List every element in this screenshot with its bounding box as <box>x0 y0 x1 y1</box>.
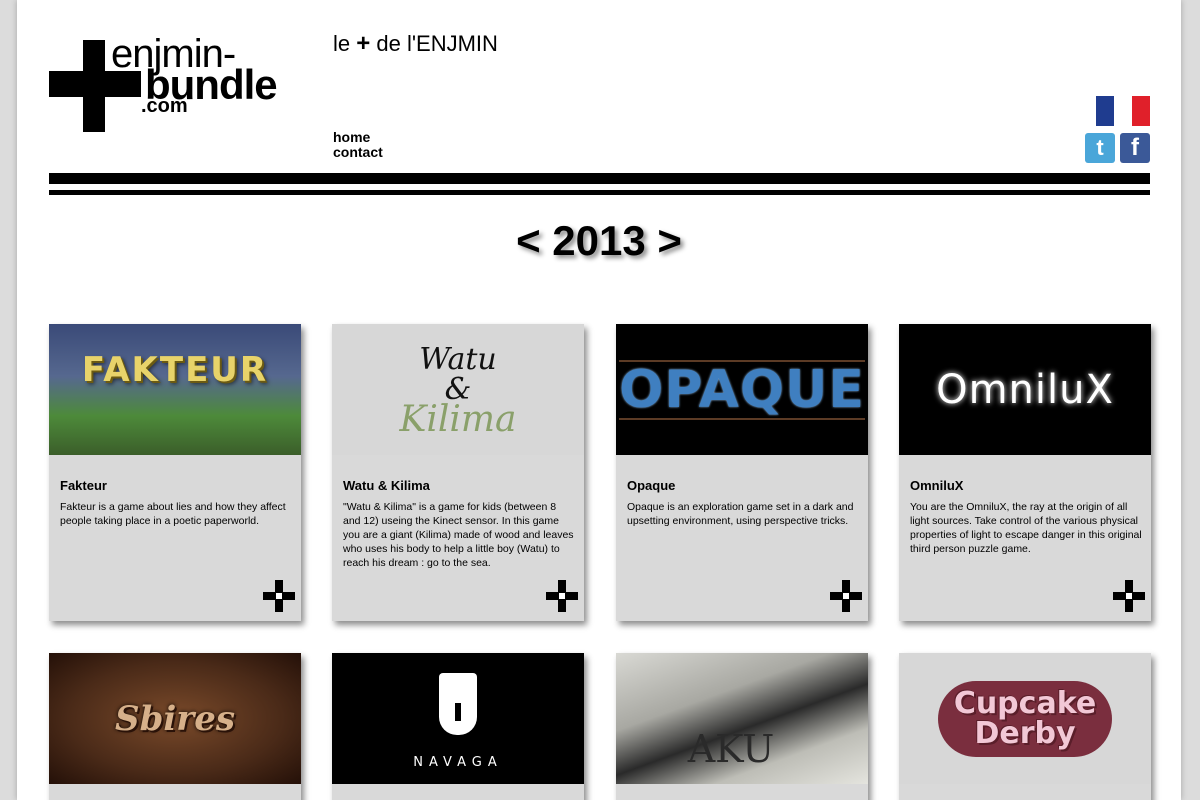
mask-icon <box>439 673 477 735</box>
game-thumbnail[interactable]: Watu & Kilima <box>332 324 584 455</box>
game-thumbnail[interactable]: AKU <box>616 653 868 784</box>
flag-stripe-red <box>1132 96 1150 126</box>
thumbnail-title: Cupcake Derby <box>937 680 1113 757</box>
main-nav: home contact <box>333 130 383 160</box>
game-thumbnail[interactable]: Cupcake Derby <box>899 653 1151 784</box>
header-divider-thick <box>49 173 1150 184</box>
tagline-plus: + <box>356 30 371 57</box>
thumbnail-title: FAKTEUR <box>81 349 269 390</box>
thumbnail-title: AKU <box>687 726 775 771</box>
thumbnail-title-line-3: Kilima <box>399 398 517 440</box>
game-title: Opaque <box>627 478 676 493</box>
site-logo[interactable]: enjmin- bundle .com <box>49 30 309 135</box>
logo-line-3: .com <box>141 95 188 117</box>
game-description: Fakteur is a game about lies and how the… <box>60 501 286 527</box>
game-title: Watu & Kilima <box>343 478 430 493</box>
header-divider-thin <box>49 190 1150 195</box>
year-navigator[interactable]: < 2013 > <box>17 218 1181 264</box>
page: enjmin- bundle .com le + de l'ENJMIN hom… <box>17 0 1181 800</box>
game-card-watu-kilima[interactable]: Watu & Kilima Watu & Kilima "Watu & Kili… <box>332 324 584 621</box>
game-card-sbires[interactable]: Sbires <box>49 653 301 800</box>
twitter-icon[interactable]: t <box>1085 133 1115 163</box>
thumbnail-title: NAVAGA <box>413 755 503 770</box>
thumbnail-title: Watu & Kilima <box>399 341 517 440</box>
game-thumbnail[interactable]: OPAQUE <box>616 324 868 455</box>
game-card-opaque[interactable]: OPAQUE Opaque Opaque is an exploration g… <box>616 324 868 621</box>
nav-home-link[interactable]: home <box>333 130 383 145</box>
game-title: Fakteur <box>60 478 107 493</box>
flag-stripe-blue <box>1096 96 1114 126</box>
flag-stripe-white <box>1114 96 1132 126</box>
game-card-aku[interactable]: AKU <box>616 653 868 800</box>
thumbnail-title: OPAQUE <box>619 359 865 420</box>
thumbnail-title-line-2: Derby <box>974 715 1076 751</box>
game-description: "Watu & Kilima" is a game for kids (betw… <box>343 501 574 569</box>
thumbnail-title-line-1: Cupcake <box>953 685 1097 721</box>
game-thumbnail[interactable]: NAVAGA <box>332 653 584 784</box>
tagline-pre: le <box>333 31 357 56</box>
facebook-icon[interactable]: f <box>1120 133 1150 163</box>
thumbnail-title: OmniluX <box>936 366 1114 413</box>
more-plus-icon[interactable] <box>830 580 862 612</box>
game-card-fakteur[interactable]: FAKTEUR Fakteur Fakteur is a game about … <box>49 324 301 621</box>
tagline: le + de l'ENJMIN <box>333 32 498 56</box>
game-card-omnilux[interactable]: OmniluX OmniluX You are the OmniluX, the… <box>899 324 1151 621</box>
game-thumbnail[interactable]: Sbires <box>49 653 301 784</box>
french-flag-icon[interactable] <box>1096 96 1150 126</box>
game-thumbnail[interactable]: OmniluX <box>899 324 1151 455</box>
game-description: You are the OmniluX, the ray at the orig… <box>910 501 1142 555</box>
thumbnail-title: Sbires <box>115 698 235 739</box>
game-card-navaga[interactable]: NAVAGA <box>332 653 584 800</box>
game-description: Opaque is an exploration game set in a d… <box>627 501 854 527</box>
nav-contact-link[interactable]: contact <box>333 145 383 160</box>
game-title: OmniluX <box>910 478 964 493</box>
game-thumbnail[interactable]: FAKTEUR <box>49 324 301 455</box>
thumbnail-title-line-1: Watu <box>419 341 497 377</box>
more-plus-icon[interactable] <box>1113 580 1145 612</box>
tagline-post: de l'ENJMIN <box>370 31 498 56</box>
more-plus-icon[interactable] <box>263 580 295 612</box>
game-card-cupcake-derby[interactable]: Cupcake Derby <box>899 653 1151 800</box>
more-plus-icon[interactable] <box>546 580 578 612</box>
